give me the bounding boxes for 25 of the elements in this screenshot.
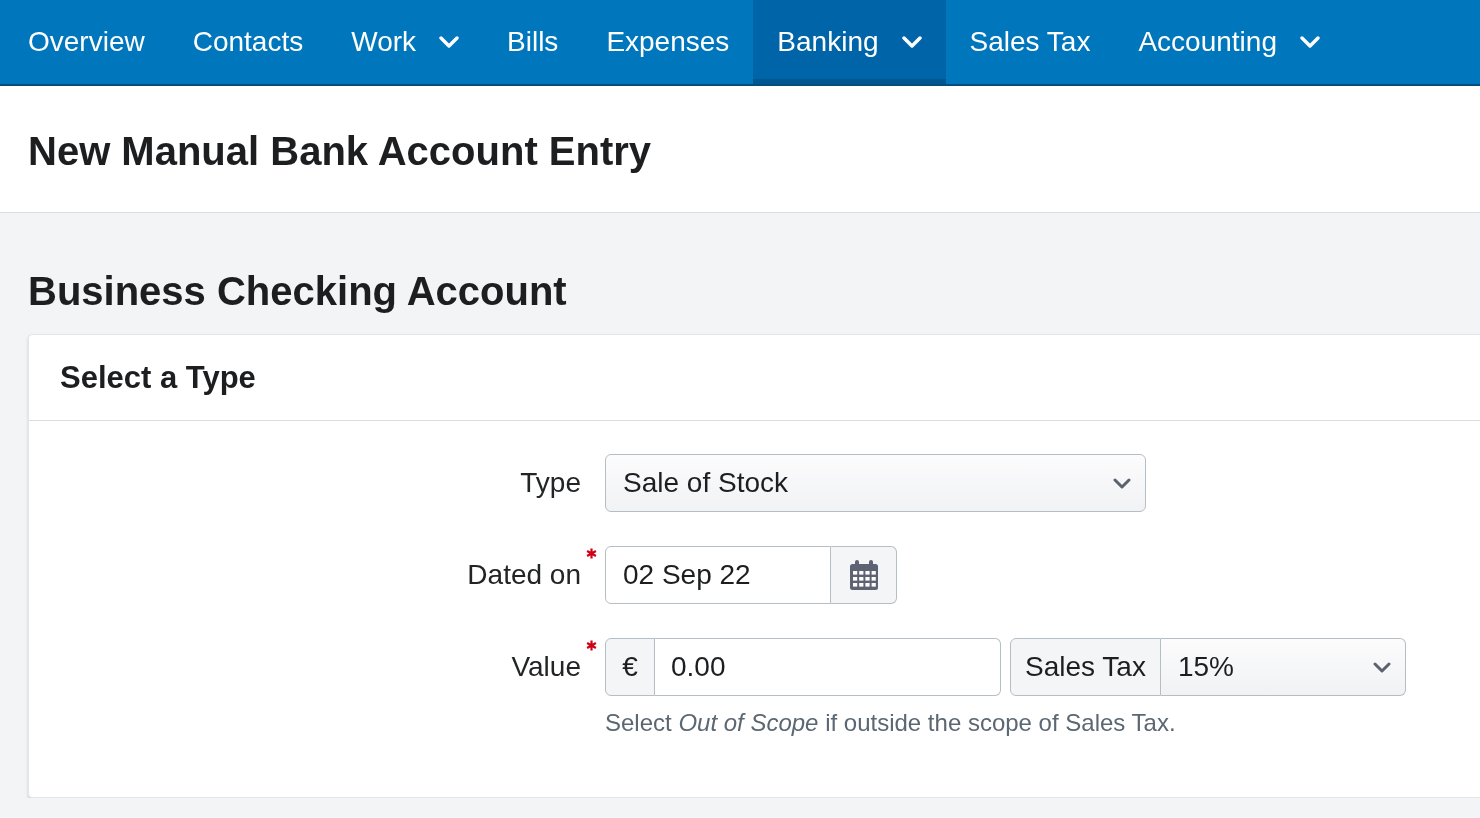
calendar-button[interactable]: [831, 546, 897, 604]
calendar-icon: [849, 560, 878, 590]
field-label: Dated on: [467, 558, 581, 592]
type-select[interactable]: Sale of Stock: [605, 454, 1146, 512]
value-input[interactable]: 0.00: [655, 638, 1001, 696]
nav-tab[interactable]: Work: [327, 0, 484, 84]
help-text: Select Out of Scope if outside the scope of Sales Tax.: [605, 709, 1176, 737]
nav-tab[interactable]: Accounting: [1114, 0, 1344, 84]
date-input[interactable]: 02 Sep 22: [605, 546, 831, 604]
account-title: Business Checking Account: [28, 268, 567, 315]
chevron-down-icon: [1113, 477, 1131, 489]
field-label: Type: [520, 466, 581, 500]
nav-tab[interactable]: Banking: [753, 0, 946, 84]
nav-tab[interactable]: Overview: [4, 0, 169, 84]
currency-addon: €: [605, 638, 655, 696]
nav-tab[interactable]: Bills: [483, 0, 583, 84]
card-title: Select a Type: [60, 358, 256, 397]
nav-tab[interactable]: Contacts: [168, 0, 328, 84]
tax-rate-select[interactable]: 15%: [1160, 638, 1406, 696]
tax-label-addon: Sales Tax: [1010, 638, 1161, 696]
nav-tab[interactable]: Sales Tax: [945, 0, 1115, 84]
field-label: Value: [511, 650, 581, 684]
nav-tab[interactable]: Expenses: [582, 0, 754, 84]
chevron-down-icon: [1372, 661, 1391, 673]
page-title: New Manual Bank Account Entry: [28, 128, 652, 175]
